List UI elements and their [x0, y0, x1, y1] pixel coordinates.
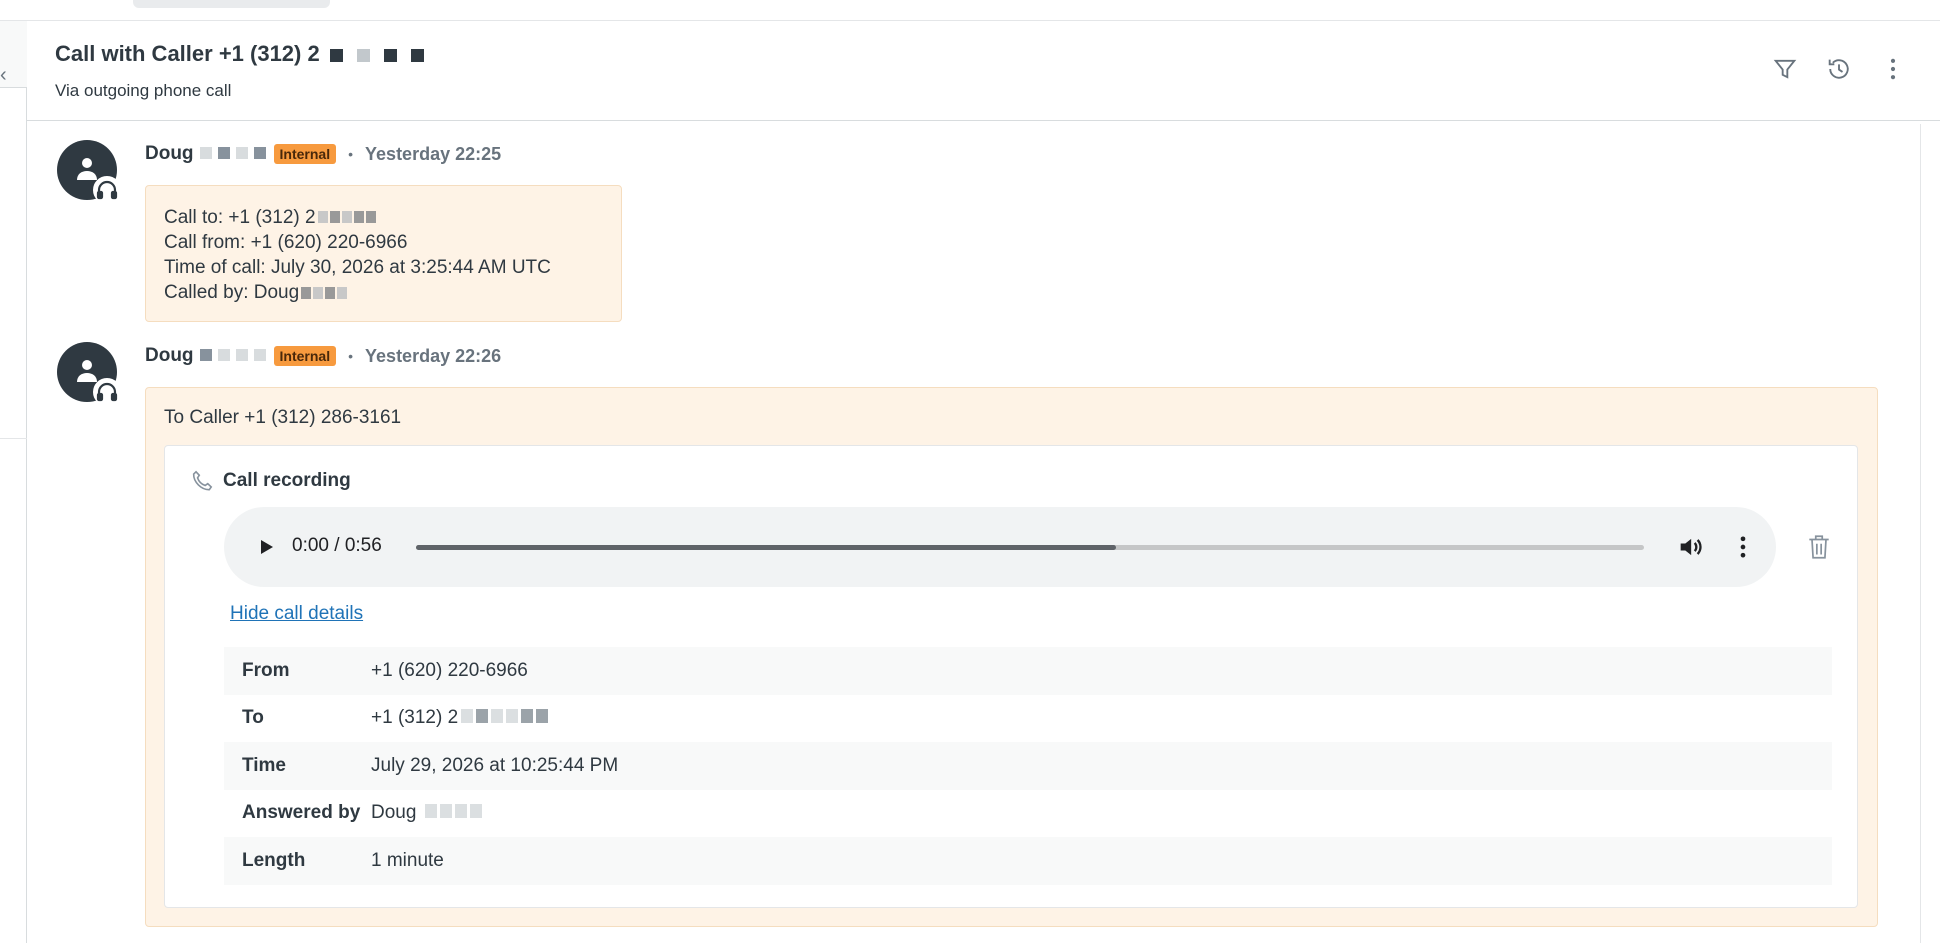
- detail-value: +1 (620) 220-6966: [371, 659, 528, 681]
- page-title-text: Call with Caller +1 (312) 2: [55, 41, 320, 66]
- author-name[interactable]: Doug: [145, 143, 194, 165]
- detail-value-text: +1 (312) 2: [371, 707, 459, 729]
- more-vertical-icon[interactable]: [1879, 55, 1907, 83]
- to-caller-line: To Caller +1 (312) 286-3161: [164, 407, 402, 428]
- table-row: Time July 29, 2026 at 10:25:44 PM: [224, 742, 1832, 790]
- detail-label: Time: [242, 754, 287, 776]
- call-recording-title: Call recording: [189, 468, 351, 494]
- filter-icon[interactable]: [1771, 55, 1799, 83]
- call-from-line: Call from: +1 (620) 220-6966: [164, 232, 408, 254]
- call-recording-title-text: Call recording: [223, 470, 351, 491]
- called-by-line: Called by: Doug: [164, 280, 603, 305]
- page-title: Call with Caller +1 (312) 2: [55, 41, 438, 68]
- called-by-text: Called by: Doug: [164, 282, 300, 304]
- detail-value: Doug: [371, 802, 483, 824]
- playback-progress-bar[interactable]: [416, 545, 1644, 550]
- table-row: To +1 (312) 2: [224, 695, 1832, 743]
- message-timestamp[interactable]: Yesterday 22:26: [365, 346, 501, 367]
- redacted-surname: [299, 281, 348, 306]
- collapse-panel-icon[interactable]: ‹: [0, 65, 7, 85]
- table-row: Answered by Doug: [224, 790, 1832, 838]
- detail-value: 1 minute: [371, 849, 444, 871]
- message-meta: Doug Internal • Yesterday 22:26: [145, 345, 501, 367]
- call-summary-bubble: Call to: +1 (312) 2 Call from: +1 (620) …: [145, 185, 622, 322]
- detail-value: +1 (312) 2: [371, 707, 549, 729]
- hide-call-details-link[interactable]: Hide call details: [230, 603, 363, 625]
- table-row: Length 1 minute: [224, 837, 1832, 885]
- detail-value: July 29, 2026 at 10:25:44 PM: [371, 754, 619, 776]
- detail-label: To: [242, 707, 264, 729]
- author-name[interactable]: Doug: [145, 345, 194, 367]
- conversation-header: Call with Caller +1 (312) 2 Via outgoing…: [27, 21, 1940, 121]
- feed-scrollbar[interactable]: [1920, 124, 1926, 943]
- separator-dot: •: [348, 348, 354, 364]
- playback-time: 0:00 / 0:56: [292, 535, 382, 556]
- call-to-line: Call to: +1 (312) 2: [164, 205, 603, 230]
- call-recording-bubble: To Caller +1 (312) 286-3161 Call recordi…: [145, 387, 1878, 927]
- avatar[interactable]: [57, 140, 121, 204]
- internal-badge: Internal: [273, 346, 337, 366]
- phone-icon: [192, 470, 213, 491]
- redacted-number: [458, 707, 549, 729]
- headset-icon: [93, 378, 121, 406]
- time-of-call-line: Time of call: July 30, 2026 at 3:25:44 A…: [164, 257, 551, 279]
- detail-label: From: [242, 659, 290, 681]
- playback-progress-fill: [416, 545, 1116, 550]
- table-row: From +1 (620) 220-6966: [224, 647, 1832, 695]
- redacted-number: [329, 42, 438, 68]
- play-icon[interactable]: [254, 535, 278, 559]
- workspace-tab[interactable]: [133, 0, 330, 8]
- detail-label: Answered by: [242, 802, 361, 824]
- internal-badge: Internal: [273, 144, 337, 164]
- message-meta: Doug Internal • Yesterday 22:25: [145, 143, 501, 165]
- call-details-table: From +1 (620) 220-6966 To +1 (312) 2 Tim…: [224, 647, 1832, 885]
- headset-icon: [93, 176, 121, 204]
- detail-value-text: Doug: [371, 802, 417, 824]
- audio-player[interactable]: 0:00 / 0:56: [224, 507, 1776, 587]
- top-tab-strip: [0, 0, 1940, 21]
- separator-dot: •: [348, 146, 354, 162]
- volume-icon[interactable]: [1676, 533, 1704, 561]
- player-more-icon[interactable]: [1729, 533, 1757, 561]
- redacted-surname: [194, 345, 266, 367]
- redacted-number: [316, 205, 376, 230]
- left-panel-edge: ‹: [0, 21, 27, 943]
- avatar[interactable]: [57, 342, 121, 406]
- message-timestamp[interactable]: Yesterday 22:25: [365, 144, 501, 165]
- left-panel-divider: [0, 438, 27, 439]
- redacted-surname: [194, 143, 266, 165]
- history-icon[interactable]: [1825, 55, 1853, 83]
- detail-label: Length: [242, 849, 306, 871]
- redacted-surname: [422, 802, 483, 824]
- call-to-text: Call to: +1 (312) 2: [164, 207, 316, 228]
- call-recording-card: Call recording 0:00 / 0:56 Hide call det…: [164, 445, 1858, 908]
- channel-subtitle: Via outgoing phone call: [55, 81, 232, 100]
- delete-recording-icon[interactable]: [1806, 533, 1832, 561]
